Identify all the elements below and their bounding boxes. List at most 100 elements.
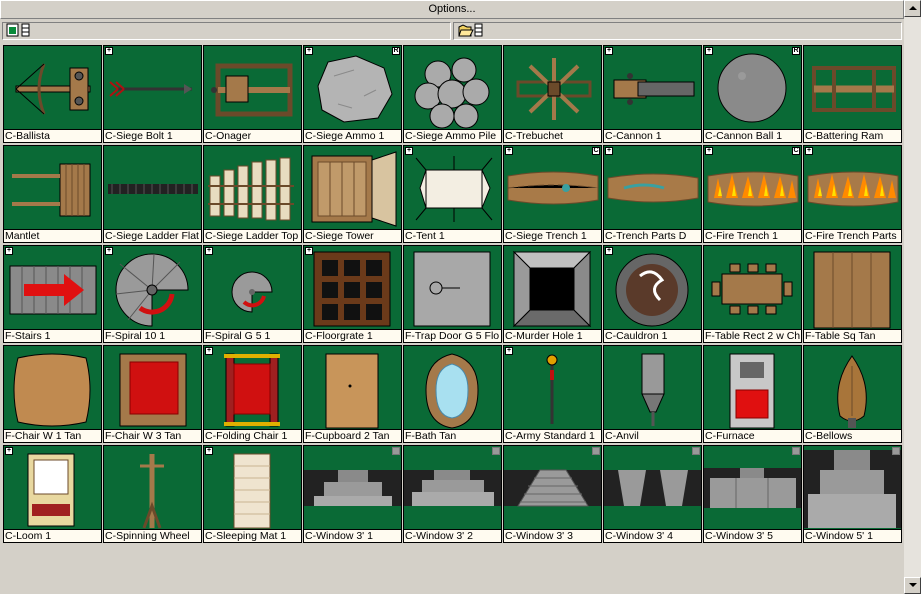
symbol-label: C-Ballista bbox=[4, 129, 101, 142]
symbol-tile[interactable]: C-Ballista bbox=[3, 45, 102, 143]
furnace-icon bbox=[729, 353, 775, 429]
symbol-tile[interactable]: + C C-Fire Trench 1 bbox=[703, 145, 802, 243]
symbol-label: C-Battering Ram bbox=[804, 129, 901, 142]
scroll-down-button[interactable] bbox=[904, 577, 921, 594]
symbol-tile[interactable]: F-Table Rect 2 w Ch bbox=[703, 245, 802, 343]
symbol-tile[interactable]: + C-Sleeping Mat 1 bbox=[203, 445, 302, 543]
plus-badge-icon: + bbox=[105, 47, 113, 55]
flag-badge-icon bbox=[692, 447, 700, 455]
symbol-tile[interactable]: C-Anvil bbox=[603, 345, 702, 443]
symbol-tile[interactable]: + C C-Siege Trench 1 bbox=[503, 145, 602, 243]
scroll-up-button[interactable] bbox=[904, 0, 921, 17]
catalog-field[interactable] bbox=[2, 22, 451, 40]
anvil-icon bbox=[641, 353, 665, 426]
symbol-tile[interactable]: Mantlet bbox=[3, 145, 102, 243]
symbol-tile[interactable]: + C-Folding Chair 1 bbox=[203, 345, 302, 443]
symbol-tile[interactable]: C-Window 3' 5 bbox=[703, 445, 802, 543]
trebuchet-icon bbox=[516, 58, 592, 120]
mat-icon bbox=[233, 453, 271, 529]
symbol-tile[interactable]: F-Chair W 1 Tan bbox=[3, 345, 102, 443]
symbol-label: F-Chair W 1 Tan bbox=[4, 429, 101, 442]
symbol-tile[interactable]: C-Window 3' 4 bbox=[603, 445, 702, 543]
symbol-tile[interactable]: C-Siege Tower bbox=[303, 145, 402, 243]
symbol-tile[interactable]: C-Spinning Wheel bbox=[103, 445, 202, 543]
plus-badge-icon: + bbox=[305, 247, 313, 255]
symbol-tile[interactable]: + R C-Siege Ammo 1 bbox=[303, 45, 402, 143]
symbol-tile[interactable]: C-Siege Ladder Top bbox=[203, 145, 302, 243]
new-catalog-icon[interactable] bbox=[6, 23, 32, 37]
symbol-label: C-Siege Ladder Top bbox=[204, 229, 301, 242]
plus-badge-icon: + bbox=[705, 47, 713, 55]
flag-badge-icon bbox=[492, 447, 500, 455]
options-menu-bar[interactable]: Options... bbox=[0, 0, 904, 19]
symbol-label: F-Spiral 10 1 bbox=[104, 329, 201, 342]
flag-badge-icon: C bbox=[792, 147, 800, 155]
plus-badge-icon: + bbox=[5, 247, 13, 255]
tower-icon bbox=[311, 151, 397, 227]
symbol-tile[interactable]: + C-Army Standard 1 bbox=[503, 345, 602, 443]
symbol-tile[interactable]: + C-Cannon 1 bbox=[603, 45, 702, 143]
symbol-tile[interactable]: C-Window 3' 3 bbox=[503, 445, 602, 543]
trapdoor-icon bbox=[413, 251, 491, 327]
tent-icon bbox=[415, 156, 493, 222]
symbol-label: C-Cannon Ball 1 bbox=[704, 129, 801, 142]
tablerect-icon bbox=[711, 263, 793, 315]
win6-icon bbox=[804, 450, 901, 528]
symbol-tile[interactable]: + R C-Cannon Ball 1 bbox=[703, 45, 802, 143]
symbol-tile[interactable]: + C-Trench Parts D bbox=[603, 145, 702, 243]
symbol-tile[interactable]: C-Window 3' 1 bbox=[303, 445, 402, 543]
open-folder-icon[interactable] bbox=[458, 23, 484, 37]
symbol-label: C-Onager bbox=[204, 129, 301, 142]
symbol-label: C-Trebuchet bbox=[504, 129, 601, 142]
symbol-tile[interactable]: + C-Siege Bolt 1 bbox=[103, 45, 202, 143]
symbol-tile[interactable]: C-Siege Ladder Flat bbox=[103, 145, 202, 243]
symbol-tile[interactable]: F-Bath Tan bbox=[403, 345, 502, 443]
symbol-tile[interactable]: C-Siege Ammo Pile bbox=[403, 45, 502, 143]
symbol-label: C-Siege Ammo 1 bbox=[304, 129, 401, 142]
symbol-tile[interactable]: + F-Stairs 1 bbox=[3, 245, 102, 343]
symbol-label: C-Window 3' 4 bbox=[604, 529, 701, 542]
symbol-tile[interactable]: C-Furnace bbox=[703, 345, 802, 443]
symbol-tile[interactable]: F-Cupboard 2 Tan bbox=[303, 345, 402, 443]
symbol-tile[interactable]: + F-Spiral 10 1 bbox=[103, 245, 202, 343]
symbol-label: F-Chair W 3 Tan bbox=[104, 429, 201, 442]
symbol-label: C-Cauldron 1 bbox=[604, 329, 701, 342]
vertical-scrollbar[interactable] bbox=[904, 0, 921, 594]
symbol-tile[interactable]: C-Murder Hole 1 bbox=[503, 245, 602, 343]
cupboard-icon bbox=[325, 353, 379, 429]
symbol-tile[interactable]: C-Window 5' 1 bbox=[803, 445, 902, 543]
symbol-label: C-Murder Hole 1 bbox=[504, 329, 601, 342]
symbol-tile[interactable]: F-Chair W 3 Tan bbox=[103, 345, 202, 443]
symbol-label: C-Fire Trench 1 bbox=[704, 229, 801, 242]
symbol-tile[interactable]: + C-Fire Trench Parts bbox=[803, 145, 902, 243]
symbol-tile[interactable]: C-Bellows bbox=[803, 345, 902, 443]
symbol-tile[interactable]: F-Table Sq Tan bbox=[803, 245, 902, 343]
symbol-tile[interactable]: + C-Floorgrate 1 bbox=[303, 245, 402, 343]
symbol-tile[interactable]: F-Trap Door G 5 Flo bbox=[403, 245, 502, 343]
ballista-icon bbox=[15, 63, 91, 115]
options-label[interactable]: Options... bbox=[428, 3, 475, 15]
symbol-tile[interactable]: C-Window 3' 2 bbox=[403, 445, 502, 543]
symbol-tile[interactable]: + F-Spiral G 5 1 bbox=[203, 245, 302, 343]
murderhole-icon bbox=[512, 250, 592, 328]
plus-badge-icon: + bbox=[105, 247, 113, 255]
symbol-label: C-Spinning Wheel bbox=[104, 529, 201, 542]
flag-badge-icon: R bbox=[392, 47, 400, 55]
plus-badge-icon: + bbox=[605, 147, 613, 155]
firetrench-icon bbox=[707, 171, 799, 207]
symbol-tile[interactable]: C-Battering Ram bbox=[803, 45, 902, 143]
symbol-tile[interactable]: C-Trebuchet bbox=[503, 45, 602, 143]
bellows-icon bbox=[837, 355, 867, 428]
symbol-label: F-Trap Door G 5 Flo bbox=[404, 329, 501, 342]
foldchair-icon bbox=[224, 353, 280, 427]
symbol-tile[interactable]: + C-Tent 1 bbox=[403, 145, 502, 243]
open-catalog-field[interactable] bbox=[453, 22, 902, 40]
symbol-tile[interactable]: C-Onager bbox=[203, 45, 302, 143]
flag-badge-icon bbox=[792, 447, 800, 455]
symbol-tile[interactable]: + C-Loom 1 bbox=[3, 445, 102, 543]
symbol-tile[interactable]: + C-Cauldron 1 bbox=[603, 245, 702, 343]
plus-badge-icon: + bbox=[605, 247, 613, 255]
symbol-label: F-Table Sq Tan bbox=[804, 329, 901, 342]
loom-icon bbox=[27, 453, 75, 527]
cushion-icon bbox=[13, 353, 91, 427]
